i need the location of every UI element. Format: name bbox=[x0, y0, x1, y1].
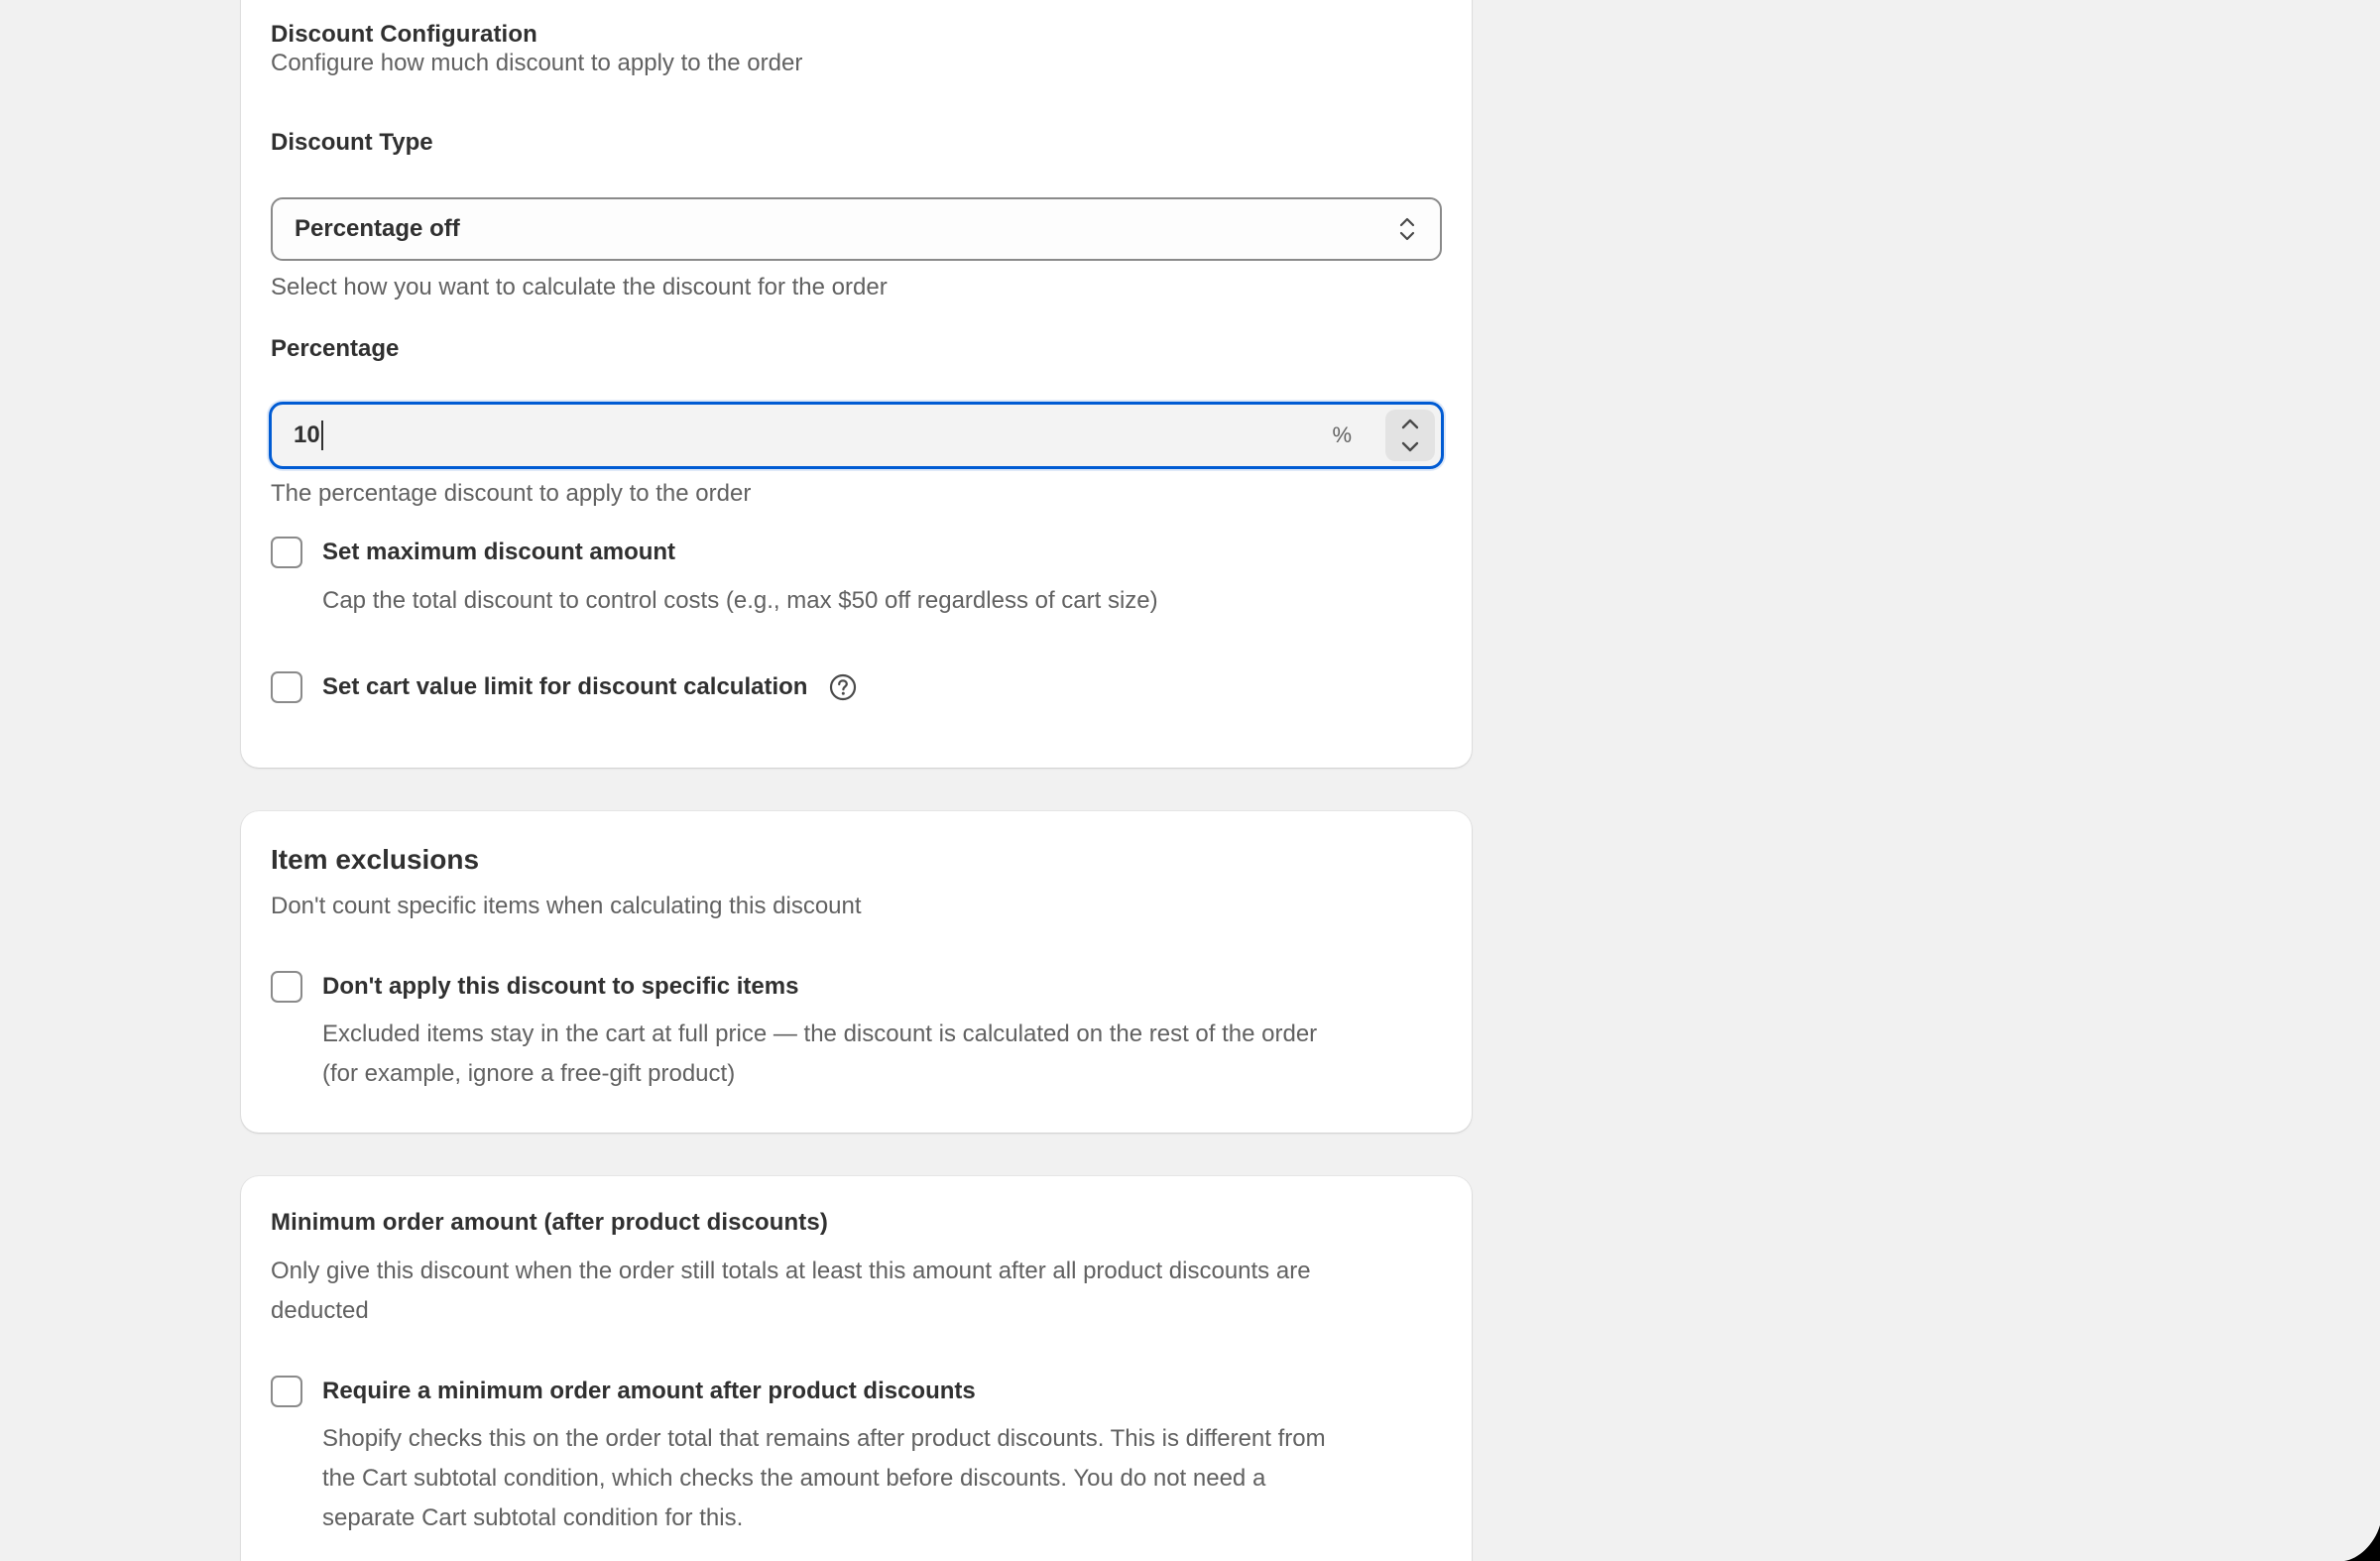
stepper-down-button[interactable] bbox=[1385, 435, 1435, 459]
require-minimum-checkbox[interactable] bbox=[271, 1376, 302, 1407]
page: Discount Configuration Configure how muc… bbox=[0, 0, 2380, 1561]
percentage-help: The percentage discount to apply to the … bbox=[271, 480, 752, 507]
exclude-items-description-line1: Excluded items stay in the cart at full … bbox=[322, 1021, 1318, 1047]
percentage-label: Percentage bbox=[271, 335, 400, 362]
percentage-stepper[interactable] bbox=[1385, 410, 1435, 461]
discount-type-label: Discount Type bbox=[271, 129, 433, 156]
percentage-input[interactable]: 10 % bbox=[269, 402, 1444, 469]
minimum-order-title: Minimum order amount (after product disc… bbox=[271, 1209, 828, 1236]
chevron-down-icon bbox=[1401, 441, 1419, 452]
exclude-items-label: Don't apply this discount to specific it… bbox=[322, 973, 799, 1000]
max-discount-description: Cap the total discount to control costs … bbox=[322, 587, 1158, 614]
discount-type-value: Percentage off bbox=[295, 215, 460, 242]
require-minimum-description-line3: separate Cart subtotal condition for thi… bbox=[322, 1504, 744, 1531]
discount-configuration-card: Discount Configuration Configure how muc… bbox=[241, 0, 1472, 768]
item-exclusions-subtitle: Don't count specific items when calculat… bbox=[271, 893, 862, 919]
require-minimum-description-line2: the Cart subtotal condition, which check… bbox=[322, 1465, 1266, 1492]
window-corner-shape bbox=[2344, 1525, 2380, 1561]
discount-type-select[interactable]: Percentage off bbox=[271, 197, 1442, 261]
discount-configuration-subtitle: Configure how much discount to apply to … bbox=[271, 50, 803, 76]
require-minimum-label: Require a minimum order amount after pro… bbox=[322, 1378, 976, 1404]
max-discount-option[interactable]: Set maximum discount amount bbox=[271, 537, 675, 568]
discount-type-help: Select how you want to calculate the dis… bbox=[271, 274, 888, 300]
text-caret bbox=[320, 420, 323, 450]
exclude-items-description-line2: (for example, ignore a free-gift product… bbox=[322, 1060, 736, 1087]
require-minimum-option[interactable]: Require a minimum order amount after pro… bbox=[271, 1376, 976, 1407]
cart-limit-option[interactable]: Set cart value limit for discount calcul… bbox=[271, 671, 859, 703]
exclude-items-option[interactable]: Don't apply this discount to specific it… bbox=[271, 971, 798, 1003]
cart-limit-checkbox[interactable] bbox=[271, 671, 302, 703]
stepper-up-button[interactable] bbox=[1385, 412, 1435, 435]
cart-limit-label: Set cart value limit for discount calcul… bbox=[322, 673, 808, 700]
item-exclusions-title: Item exclusions bbox=[271, 844, 480, 875]
exclude-items-checkbox[interactable] bbox=[271, 971, 302, 1003]
chevron-up-icon bbox=[1401, 419, 1419, 429]
minimum-order-subtitle-line2: deducted bbox=[271, 1297, 369, 1324]
select-chevron-icon bbox=[1396, 212, 1418, 246]
item-exclusions-card: Item exclusions Don't count specific ite… bbox=[241, 811, 1472, 1133]
minimum-order-subtitle-line1: Only give this discount when the order s… bbox=[271, 1258, 1311, 1284]
question-circle-icon[interactable] bbox=[827, 671, 859, 703]
require-minimum-description-line1: Shopify checks this on the order total t… bbox=[322, 1425, 1326, 1452]
max-discount-checkbox[interactable] bbox=[271, 537, 302, 568]
percentage-value: 10 bbox=[294, 421, 320, 448]
minimum-order-card: Minimum order amount (after product disc… bbox=[241, 1176, 1472, 1561]
percentage-suffix: % bbox=[1332, 422, 1352, 447]
max-discount-label: Set maximum discount amount bbox=[322, 539, 676, 565]
percentage-value-wrap: 10 bbox=[294, 420, 1332, 450]
